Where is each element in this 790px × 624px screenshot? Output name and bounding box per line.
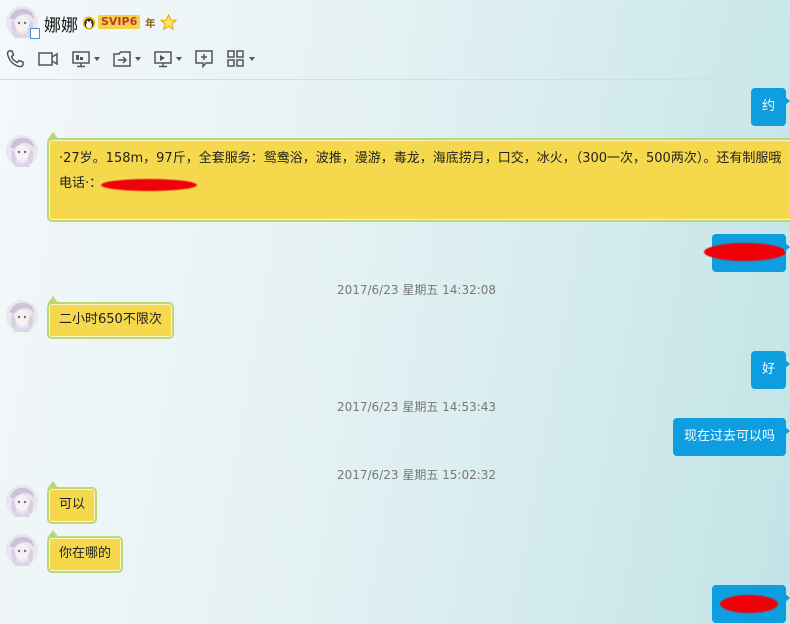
chevron-down-icon[interactable] — [94, 57, 100, 61]
video-icon — [38, 52, 58, 66]
device-status-icon — [30, 28, 40, 39]
chevron-down-icon[interactable] — [135, 57, 141, 61]
message-text: ·27岁。158m，97斤，全套服务：鸳鸯浴，波推，漫游，毒龙，海底捞月，口交，… — [59, 151, 782, 166]
apps-grid-icon — [227, 50, 244, 67]
redaction-mark — [704, 243, 786, 261]
message-text: 二小时650不限次 — [59, 312, 162, 327]
screen-share-button[interactable] — [71, 49, 100, 69]
message-timestamp: 2017/6/23 星期五 14:32:08 — [336, 283, 497, 297]
star-icon — [160, 13, 178, 30]
contact-name[interactable]: 娜娜 — [44, 11, 78, 36]
remote-desktop-button[interactable] — [153, 49, 182, 69]
video-call-button[interactable] — [37, 49, 59, 69]
message-list[interactable]: 约 ·27岁。158m，97斤，全套服务：鸳鸯浴，波推，漫游，毒龙，海底捞月，口… — [0, 80, 790, 624]
contact-avatar[interactable] — [6, 135, 38, 167]
incoming-message[interactable]: 你在哪的 — [47, 530, 124, 573]
contact-avatar[interactable] — [6, 485, 38, 517]
message-text: 好 — [761, 362, 775, 377]
voice-call-button[interactable] — [5, 49, 25, 69]
vip-year-label: 年 — [145, 18, 156, 30]
apps-button[interactable] — [226, 49, 255, 69]
outgoing-message[interactable] — [712, 585, 790, 623]
contact-avatar[interactable] — [6, 534, 38, 566]
qq-penguin-icon — [83, 16, 95, 29]
message-text: 你在哪的 — [59, 546, 112, 561]
screen-share-icon — [72, 51, 90, 68]
outgoing-message[interactable]: 现在过去可以吗 — [672, 418, 790, 456]
outgoing-message[interactable]: 好 — [750, 351, 790, 389]
incoming-message[interactable]: 二小时650不限次 — [47, 296, 174, 339]
remote-desktop-icon — [154, 51, 172, 68]
chevron-down-icon[interactable] — [176, 57, 182, 61]
message-text: 现在过去可以吗 — [683, 429, 775, 444]
message-timestamp: 2017/6/23 星期五 15:02:32 — [336, 468, 497, 482]
incoming-message[interactable]: 可以 — [47, 481, 98, 524]
chat-header: 娜娜 SVIP6 年 — [0, 0, 790, 80]
chevron-down-icon[interactable] — [249, 57, 255, 61]
file-transfer-button[interactable] — [112, 49, 141, 69]
message-text: 电话·： — [59, 176, 103, 191]
file-transfer-icon — [113, 51, 131, 67]
redaction-mark — [720, 595, 778, 613]
incoming-message[interactable]: ·27岁。158m，97斤，全套服务：鸳鸯浴，波推，漫游，毒龙，海底捞月，口交，… — [47, 132, 790, 222]
vip-level-label: SVIP6 — [98, 15, 141, 29]
redaction-mark — [101, 179, 197, 191]
add-button[interactable] — [194, 49, 214, 69]
contact-avatar[interactable] — [6, 300, 38, 332]
message-timestamp: 2017/6/23 星期五 14:53:43 — [336, 400, 497, 414]
message-text: 约 — [761, 99, 775, 114]
message-text: 可以 — [59, 497, 86, 512]
add-icon — [195, 50, 213, 69]
chat-toolbar — [5, 49, 267, 69]
outgoing-message[interactable]: 约 — [750, 88, 790, 126]
phone-icon — [6, 50, 24, 68]
outgoing-message[interactable] — [704, 234, 790, 272]
vip-badge[interactable]: SVIP6 年 — [82, 13, 178, 30]
